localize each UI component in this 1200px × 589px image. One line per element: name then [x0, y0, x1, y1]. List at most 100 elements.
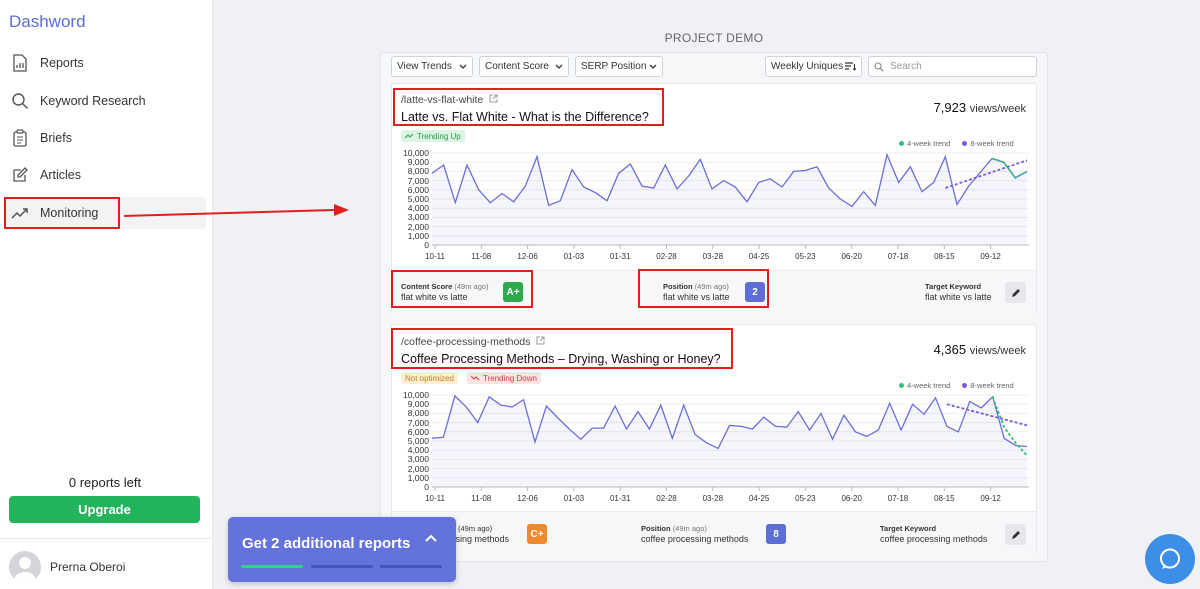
search-placeholder: Search: [890, 61, 922, 72]
annotation-arrow: [123, 204, 349, 217]
x-tick-label: 08-15: [934, 252, 955, 261]
chevron-down-icon: [649, 64, 657, 69]
pencil-icon: [1011, 530, 1020, 539]
chart-plot-area: [431, 394, 1029, 491]
card-footer: [392, 511, 1036, 555]
trending-down-icon: [471, 375, 480, 381]
progress-step-2: [311, 565, 373, 568]
sidebar: Dashword Reports Keyword Research Briefs…: [0, 0, 213, 589]
position-label: Position (49m ago): [663, 282, 729, 291]
sidebar-item-articles[interactable]: Articles: [6, 159, 206, 191]
target-keyword-value: flat white vs latte: [925, 292, 992, 302]
chat-bubble-icon: [1160, 548, 1180, 569]
upgrade-button[interactable]: Upgrade: [9, 496, 200, 523]
chat-support-button[interactable]: [1145, 534, 1195, 584]
dropdown-label: SERP Position: [581, 61, 647, 72]
search-icon: [874, 61, 884, 72]
chart-plot-area: [431, 152, 1029, 249]
edit-keyword-button[interactable]: [1005, 524, 1026, 545]
x-tick-label: 02-28: [656, 252, 677, 261]
content-score-grade[interactable]: C+: [527, 524, 547, 544]
trending-up-badge: Trending Up: [401, 130, 465, 142]
not-optimized-badge: Not optimized: [401, 372, 458, 384]
x-tick-label: 06-20: [841, 494, 862, 503]
x-tick-label: 09-12: [980, 494, 1001, 503]
legend-dot-4week: [899, 141, 904, 146]
x-tick-label: 08-15: [934, 494, 955, 503]
chart-legend: 4-week trend 8-week trend: [899, 381, 1014, 390]
serp-position-dropdown[interactable]: SERP Position: [575, 56, 663, 77]
additional-reports-banner[interactable]: Get 2 additional reports: [228, 517, 456, 582]
sort-label: Weekly Uniques: [771, 61, 844, 72]
view-trends-dropdown[interactable]: View Trends: [391, 56, 473, 77]
position-value[interactable]: 2: [745, 282, 765, 302]
x-tick-label: 01-03: [563, 252, 585, 261]
x-tick-label: 11-08: [471, 252, 492, 261]
sidebar-item-briefs[interactable]: Briefs: [6, 122, 206, 154]
monitoring-highlight-box: [4, 197, 120, 229]
brand-logo[interactable]: Dashword: [9, 12, 86, 32]
sidebar-item-label: Reports: [40, 56, 84, 70]
legend-dot-8week: [962, 383, 968, 388]
x-tick-label: 12-06: [517, 252, 538, 261]
edit-keyword-button[interactable]: [1005, 282, 1026, 303]
edit-icon: [11, 166, 29, 184]
project-title: PROJECT DEMO: [664, 31, 764, 45]
report-icon: [11, 54, 29, 72]
title-highlight-box: [391, 328, 733, 369]
trending-up-icon: [405, 133, 414, 139]
x-tick-label: 10-11: [425, 252, 445, 261]
content-score-dropdown[interactable]: Content Score: [479, 56, 569, 77]
position-label: Position (49m ago): [641, 524, 707, 533]
sort-icon: [845, 62, 856, 71]
progress-step-3: [380, 565, 442, 568]
y-tick-label: 0: [424, 482, 429, 492]
promo-text: Get 2 additional reports: [242, 535, 411, 552]
chevron-up-icon[interactable]: [424, 533, 438, 543]
user-name[interactable]: Prerna Oberoi: [50, 560, 125, 574]
sidebar-item-keyword-research[interactable]: Keyword Research: [6, 85, 206, 117]
content-score-keyword: flat white vs latte: [401, 292, 468, 302]
x-tick-label: 05-23: [795, 252, 816, 261]
x-tick-label: 02-28: [656, 494, 677, 503]
content-score-grade[interactable]: A+: [503, 282, 523, 302]
views-area: [432, 154, 1027, 245]
x-tick-label: 06-20: [841, 252, 862, 261]
position-value[interactable]: 8: [766, 524, 786, 544]
sort-weekly-uniques-button[interactable]: Weekly Uniques: [765, 56, 862, 77]
sidebar-item-label: Articles: [40, 168, 81, 182]
chevron-down-icon: [459, 64, 467, 69]
progress-step-1: [241, 565, 303, 568]
chevron-down-icon: [555, 64, 563, 69]
x-tick-label: 07-18: [887, 252, 909, 261]
x-tick-label: 01-31: [609, 252, 631, 261]
x-tick-label: 10-11: [425, 494, 445, 503]
clipboard-icon: [11, 129, 29, 147]
target-keyword-label: Target Keyword: [925, 282, 982, 291]
avatar[interactable]: [9, 551, 41, 583]
position-keyword: flat white vs latte: [663, 292, 730, 302]
dropdown-label: View Trends: [397, 61, 452, 72]
sidebar-divider: [0, 538, 213, 539]
content-score-time: (49m ago): [458, 524, 493, 533]
trending-down-badge: Trending Down: [467, 372, 541, 384]
weekly-views: 4,365 views/week: [933, 342, 1026, 357]
x-tick-label: 07-18: [887, 494, 909, 503]
weekly-views: 7,923 views/week: [933, 100, 1026, 115]
title-highlight-box: [393, 88, 664, 126]
content-score-label: Content Score (49m ago): [401, 282, 489, 291]
x-tick-label: 04-25: [748, 494, 770, 503]
chart-legend: 4-week trend 8-week trend: [899, 139, 1014, 148]
sidebar-item-label: Briefs: [40, 131, 72, 145]
search-input[interactable]: Search: [868, 56, 1037, 77]
x-tick-label: 04-25: [748, 252, 770, 261]
x-tick-label: 12-06: [517, 494, 538, 503]
x-tick-label: 01-03: [563, 494, 585, 503]
x-tick-label: 01-31: [609, 494, 631, 503]
sidebar-item-reports[interactable]: Reports: [6, 47, 206, 79]
x-tick-label: 09-12: [980, 252, 1001, 261]
x-tick-label: 03-28: [702, 494, 724, 503]
search-icon: [11, 92, 29, 110]
views-area: [432, 395, 1027, 487]
legend-dot-8week: [962, 141, 968, 146]
